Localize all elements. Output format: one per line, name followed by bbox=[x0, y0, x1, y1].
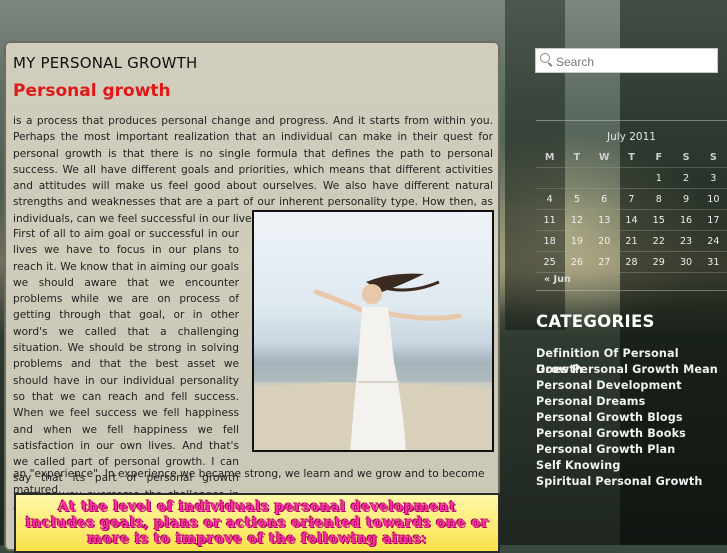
calendar-day: 6 bbox=[590, 188, 618, 210]
calendar-day: 8 bbox=[645, 188, 673, 210]
calendar-day bbox=[536, 167, 564, 189]
calendar-day: 5 bbox=[563, 188, 591, 210]
calendar-week-row: 18 19 20 21 22 23 24 bbox=[536, 230, 727, 252]
category-link[interactable]: Personal Growth Blogs bbox=[536, 410, 727, 426]
calendar-caption: July 2011 bbox=[607, 131, 656, 143]
banner-text: At the level of individuals personal dev… bbox=[25, 499, 489, 547]
calendar-day: 14 bbox=[617, 209, 646, 231]
calendar-day: 18 bbox=[536, 230, 564, 252]
search-icon bbox=[540, 53, 550, 63]
calendar-day: 23 bbox=[672, 230, 700, 252]
calendar-day: 15 bbox=[645, 209, 673, 231]
calendar-day: 24 bbox=[699, 230, 727, 252]
calendar-day bbox=[563, 167, 591, 189]
divider bbox=[536, 120, 727, 121]
calendar-weekday: M bbox=[536, 147, 564, 168]
post-title[interactable]: Personal growth bbox=[13, 81, 171, 101]
calendar-day bbox=[617, 167, 646, 189]
calendar-day: 31 bbox=[699, 251, 727, 273]
category-link[interactable]: Definition Of Personal Growth bbox=[536, 346, 727, 376]
calendar-day: 16 bbox=[672, 209, 700, 231]
calendar-weekday: F bbox=[645, 147, 673, 168]
category-link[interactable]: Personal Growth Plan bbox=[536, 442, 727, 458]
calendar-weekday: S bbox=[699, 147, 727, 168]
calendar-day: 25 bbox=[536, 251, 564, 273]
calendar-week-row: 123 bbox=[536, 167, 727, 189]
calendar-day: 19 bbox=[563, 230, 591, 252]
category-link[interactable]: Personal Dreams bbox=[536, 394, 727, 410]
calendar-weekday: W bbox=[590, 147, 618, 168]
calendar-day: 9 bbox=[672, 188, 700, 210]
calendar-weekday: S bbox=[672, 147, 700, 168]
calendar: MTWTFSS 1 2 3 4 5 6 7 8 9 10 11 12 13 14 15 16 17 18 19 20 2… bbox=[536, 147, 727, 273]
categories-list: Definition Of Personal Growth Does Perso… bbox=[536, 346, 727, 490]
calendar-week-row: 25 26 27 28 29 30 31 bbox=[536, 251, 727, 273]
calendar-day: 11 bbox=[536, 209, 564, 231]
calendar-day: 3 bbox=[699, 167, 727, 189]
calendar-weekday-row: MTWTFSS bbox=[536, 147, 727, 168]
calendar-day: 22 bbox=[645, 230, 673, 252]
category-link[interactable]: Spiritual Personal Growth bbox=[536, 474, 727, 490]
calendar-day: 1 bbox=[645, 167, 673, 189]
calendar-day: 26 bbox=[563, 251, 591, 273]
search-box[interactable] bbox=[535, 48, 718, 74]
calendar-weekday: T bbox=[563, 147, 591, 168]
calendar-day: 28 bbox=[617, 251, 646, 273]
calendar-day: 20 bbox=[590, 230, 618, 252]
category-link[interactable]: Self Knowing bbox=[536, 458, 727, 474]
calendar-weekday: T bbox=[617, 147, 646, 168]
calendar-day bbox=[590, 167, 618, 189]
calendar-day: 13 bbox=[590, 209, 618, 231]
calendar-day: 7 bbox=[617, 188, 646, 210]
main-content-panel: MY PERSONAL GROWTH Personal growth is a … bbox=[4, 41, 500, 553]
calendar-week-row: 11 12 13 14 15 16 17 bbox=[536, 209, 727, 231]
calendar-day: 12 bbox=[563, 209, 591, 231]
calendar-day: 27 bbox=[590, 251, 618, 273]
site-title[interactable]: MY PERSONAL GROWTH bbox=[13, 54, 197, 72]
categories-heading: CATEGORIES bbox=[536, 312, 655, 331]
calendar-day: 21 bbox=[617, 230, 646, 252]
calendar-day: 2 bbox=[672, 167, 700, 189]
calendar-day: 30 bbox=[672, 251, 700, 273]
calendar-day: 10 bbox=[699, 188, 727, 210]
calendar-body: 1 2 3 4 5 6 7 8 9 10 11 12 13 14 15 16 17 18 19 20 21 22 23 24 2… bbox=[536, 167, 727, 273]
category-link[interactable]: Does Personal Growth Mean bbox=[536, 362, 727, 378]
calendar-prev-month-link[interactable]: « Jun bbox=[544, 274, 571, 285]
calendar-week-row: 4 5 6 7 8 9 10 bbox=[536, 188, 727, 210]
category-link[interactable]: Personal Growth Books bbox=[536, 426, 727, 442]
divider bbox=[536, 290, 727, 291]
search-input[interactable] bbox=[554, 49, 718, 74]
calendar-day: 29 bbox=[645, 251, 673, 273]
woman-on-beach-photo bbox=[252, 210, 494, 452]
calendar-day: 4 bbox=[536, 188, 564, 210]
calendar-day: 17 bbox=[699, 209, 727, 231]
category-link[interactable]: Personal Development bbox=[536, 378, 727, 394]
aims-banner-image: At the level of individuals personal dev… bbox=[14, 493, 500, 553]
